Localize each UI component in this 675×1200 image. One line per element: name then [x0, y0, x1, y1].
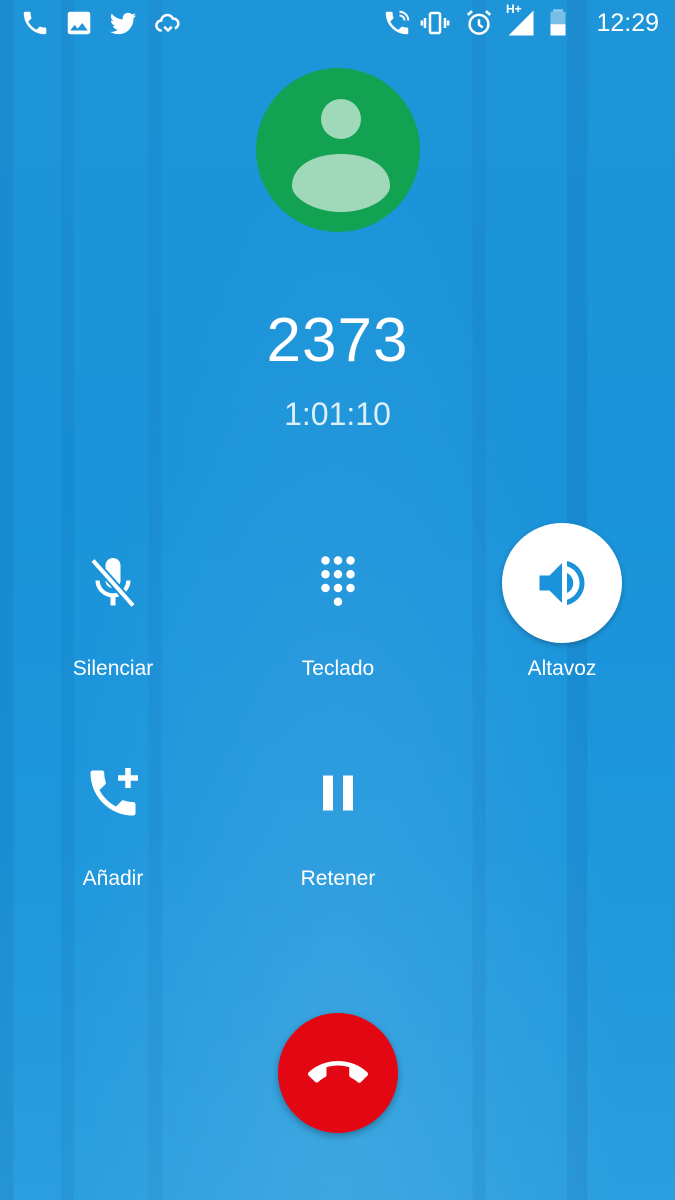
pause-icon	[278, 733, 398, 853]
alarm-icon	[464, 8, 494, 38]
mute-label: Silenciar	[72, 657, 154, 680]
person-icon	[292, 99, 390, 212]
keypad-button[interactable]: Teclado	[238, 523, 438, 681]
add-call-icon	[53, 733, 173, 853]
weather-icon	[153, 8, 183, 38]
signal-icon	[506, 8, 536, 38]
speaker-icon	[502, 523, 622, 643]
add-call-button[interactable]: Añadir	[13, 733, 213, 891]
status-bar: H+ 12:29	[0, 0, 675, 48]
end-call-button[interactable]	[278, 1013, 398, 1133]
dialpad-icon	[278, 523, 398, 643]
status-clock: 12:29	[596, 9, 659, 37]
speaker-button[interactable]: Altavoz	[462, 523, 662, 681]
contact-avatar	[256, 68, 420, 232]
add-call-label: Añadir	[82, 867, 144, 890]
image-icon	[64, 8, 94, 38]
mute-button[interactable]: Silenciar	[13, 523, 213, 681]
hold-label: Retener	[300, 867, 376, 890]
hold-button[interactable]: Retener	[238, 733, 438, 891]
caller-number: 2373	[266, 306, 409, 375]
wifi-call-icon	[382, 8, 412, 38]
speaker-label: Altavoz	[527, 657, 597, 680]
keypad-label: Teclado	[301, 657, 375, 680]
phone-icon	[20, 8, 50, 38]
call-duration: 1:01:10	[284, 396, 391, 432]
twitter-icon	[108, 8, 138, 38]
end-call-icon	[308, 1061, 368, 1083]
battery-icon	[543, 8, 573, 38]
vibrate-icon	[420, 8, 450, 38]
mic-off-icon	[53, 523, 173, 643]
